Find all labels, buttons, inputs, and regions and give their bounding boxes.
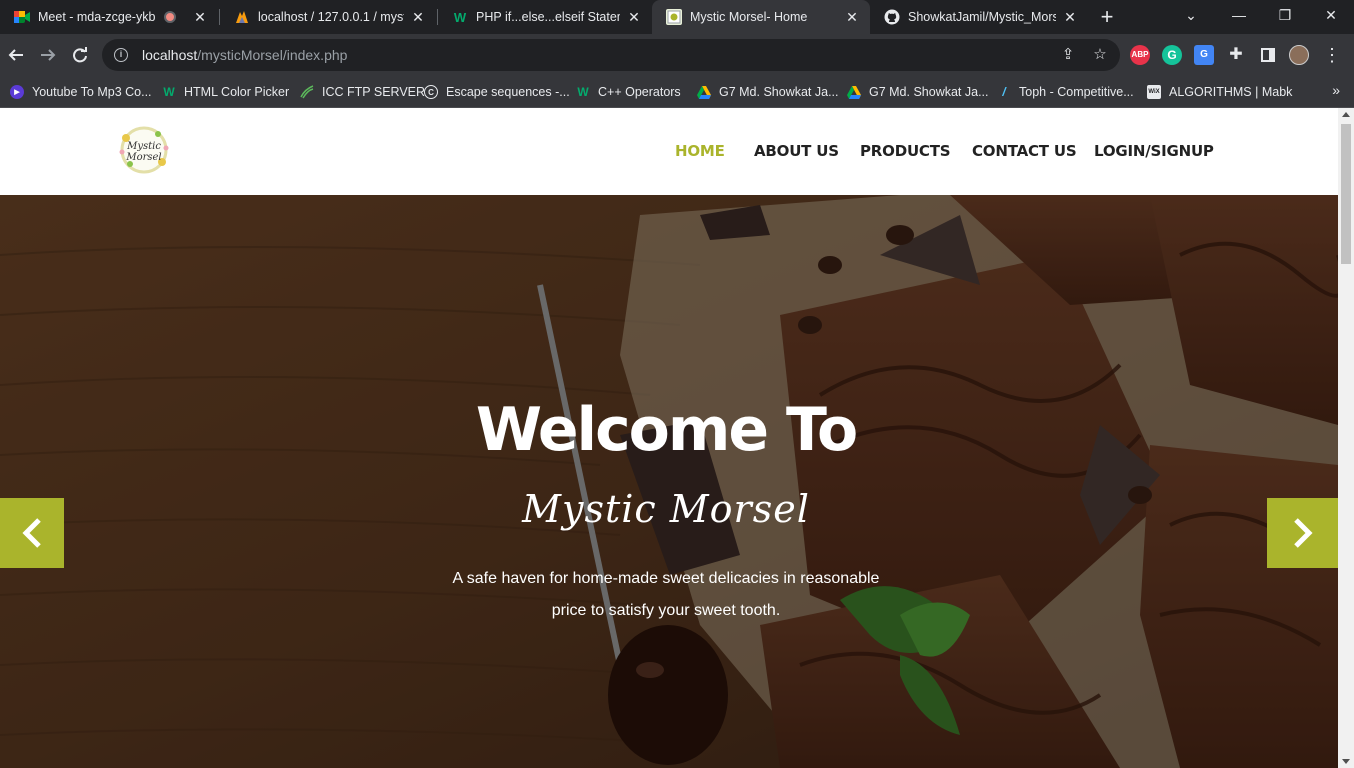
bookmark-label: HTML Color Picker (184, 85, 290, 99)
bookmark-item[interactable]: G7 Md. Showkat Ja... (847, 82, 989, 102)
bookmarks-overflow-icon[interactable]: » (1332, 82, 1340, 98)
scrollbar-thumb[interactable] (1341, 124, 1351, 264)
back-button[interactable] (2, 41, 30, 69)
bookmark-star-icon[interactable]: ☆ (1090, 45, 1110, 65)
tab-strip: Meet - mda-zcge-ykb ✕ localhost / 127.0.… (0, 0, 1354, 34)
minimize-button[interactable]: — (1216, 0, 1262, 32)
close-tab-icon[interactable]: ✕ (844, 9, 860, 26)
cpp-icon: C (424, 85, 438, 99)
hero-caption: Welcome To Mystic Morsel A safe haven fo… (0, 195, 1338, 768)
w3schools-icon: W (453, 9, 467, 25)
bookmark-item[interactable]: W C++ Operators (576, 82, 681, 102)
url-text: localhost/mysticMorsel/index.php (142, 47, 348, 63)
bookmark-item[interactable]: WiX ALGORITHMS | Mabk (1147, 82, 1292, 102)
tab-title: PHP if...else...elseif Statement (476, 10, 620, 24)
share-icon[interactable]: ⇪ (1058, 45, 1078, 65)
tab-title: localhost / 127.0.0.1 / mystic (258, 10, 404, 24)
bookmark-item[interactable]: / Toph - Competitive... (997, 82, 1134, 102)
profile-avatar[interactable] (1289, 45, 1309, 65)
chevron-left-icon (22, 518, 41, 548)
bookmark-item[interactable]: W HTML Color Picker (162, 82, 289, 102)
bookmark-label: G7 Md. Showkat Ja... (719, 85, 839, 99)
site-favicon-icon (666, 9, 682, 25)
main-menu: HOME ABOUT US PRODUCTS CONTACT US LOGIN/… (675, 142, 1214, 160)
google-translate-icon[interactable]: G (1194, 45, 1214, 65)
carousel-prev-button[interactable] (0, 498, 64, 568)
bookmark-label: ALGORITHMS | Mabk (1169, 85, 1293, 99)
hero-tagline: A safe haven for home-made sweet delicac… (0, 563, 1332, 627)
tab-w3schools-php[interactable]: W PHP if...else...elseif Statement ✕ (438, 0, 652, 34)
nav-products[interactable]: PRODUCTS (860, 142, 972, 160)
svg-text:Mystic: Mystic (126, 141, 161, 152)
tab-github[interactable]: ShowkatJamil/Mystic_Morsel ✕ (870, 0, 1088, 34)
google-meet-icon (14, 9, 30, 25)
site-logo[interactable]: Mystic Morsel (116, 124, 172, 176)
chevron-right-icon (1293, 518, 1313, 548)
google-drive-icon (847, 85, 861, 99)
wix-icon: WiX (1147, 85, 1161, 99)
play-icon: ▶ (10, 85, 24, 99)
recording-indicator-icon (164, 11, 176, 23)
tab-title: Mystic Morsel- Home (690, 10, 808, 24)
w3schools-icon: W (163, 85, 175, 99)
page-scrollbar[interactable] (1338, 108, 1354, 768)
tab-search-chevron-icon[interactable]: ⌄ (1168, 0, 1214, 32)
carousel-next-button[interactable] (1267, 498, 1338, 568)
adblock-plus-icon[interactable]: ABP (1130, 45, 1150, 65)
close-tab-icon[interactable]: ✕ (626, 9, 642, 26)
tab-phpmyadmin[interactable]: localhost / 127.0.0.1 / mystic ✕ (220, 0, 436, 34)
close-window-button[interactable]: ✕ (1308, 0, 1354, 32)
bookmark-label: Youtube To Mp3 Co... (32, 85, 152, 99)
address-bar[interactable]: i localhost/mysticMorsel/index.php ⇪ ☆ (102, 39, 1120, 71)
new-tab-button[interactable]: + (1094, 4, 1120, 30)
nav-login-signup[interactable]: LOGIN/SIGNUP (1094, 142, 1214, 160)
grammarly-icon[interactable]: G (1162, 45, 1182, 65)
w3schools-icon: W (577, 85, 589, 99)
close-tab-icon[interactable]: ✕ (192, 9, 208, 26)
bookmark-label: ICC FTP SERVER (322, 85, 426, 99)
site-header: Mystic Morsel HOME ABOUT US PRODUCTS CON… (0, 108, 1338, 195)
tab-title: ShowkatJamil/Mystic_Morsel (908, 10, 1056, 24)
tagline-line: A safe haven for home-made sweet delicac… (452, 570, 880, 587)
chrome-menu-icon[interactable]: ⋮ (1318, 41, 1346, 69)
reload-button[interactable] (66, 41, 94, 69)
bookmark-item[interactable]: G7 Md. Showkat Ja... (697, 82, 839, 102)
bookmark-item[interactable]: ICC FTP SERVER (300, 82, 425, 102)
close-tab-icon[interactable]: ✕ (410, 9, 426, 26)
tab-title: Meet - mda-zcge-ykb (38, 10, 156, 24)
browser-toolbar: i localhost/mysticMorsel/index.php ⇪ ☆ A… (0, 34, 1354, 76)
forward-button[interactable] (34, 41, 62, 69)
scroll-down-icon[interactable] (1342, 759, 1350, 764)
bookmark-label: G7 Md. Showkat Ja... (869, 85, 989, 99)
hero-subheading: Mystic Morsel (522, 487, 810, 531)
nav-contact-us[interactable]: CONTACT US (972, 142, 1094, 160)
hero-carousel: Welcome To Mystic Morsel A safe haven fo… (0, 195, 1338, 768)
tab-mystic-morsel[interactable]: Mystic Morsel- Home ✕ (652, 0, 870, 34)
restore-button[interactable]: ❐ (1262, 0, 1308, 32)
tab-meet[interactable]: Meet - mda-zcge-ykb ✕ (0, 0, 218, 34)
scroll-up-icon[interactable] (1342, 112, 1350, 117)
icc-icon (300, 85, 314, 99)
page-viewport: Mystic Morsel HOME ABOUT US PRODUCTS CON… (0, 108, 1338, 768)
toph-icon: / (1002, 85, 1006, 99)
phpmyadmin-icon (234, 9, 250, 25)
bookmark-label: C++ Operators (598, 85, 681, 99)
close-tab-icon[interactable]: ✕ (1062, 9, 1078, 26)
bookmark-item[interactable]: C Escape sequences -... (424, 82, 570, 102)
bookmark-label: Toph - Competitive... (1019, 85, 1134, 99)
nav-home[interactable]: HOME (675, 142, 754, 160)
hero-heading: Welcome To (475, 395, 858, 465)
site-info-icon[interactable]: i (114, 48, 128, 62)
svg-text:Morsel: Morsel (125, 152, 161, 163)
nav-about-us[interactable]: ABOUT US (754, 142, 860, 160)
github-icon (884, 9, 900, 25)
tagline-line: price to satisfy your sweet tooth. (551, 602, 781, 619)
bookmark-item[interactable]: ▶ Youtube To Mp3 Co... (10, 82, 152, 102)
bookmark-label: Escape sequences -... (446, 85, 570, 99)
side-panel-icon[interactable] (1254, 41, 1282, 69)
google-drive-icon (697, 85, 711, 99)
bookmarks-bar: ▶ Youtube To Mp3 Co... W HTML Color Pick… (0, 76, 1354, 108)
extensions-puzzle-icon[interactable]: ✚ (1222, 41, 1250, 69)
